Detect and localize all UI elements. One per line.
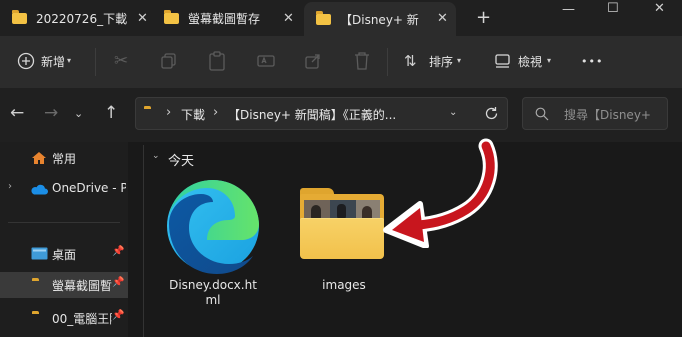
sidebar-item-screenshots[interactable]: 螢幕截圖暫 📌 [0,272,128,298]
tab-label: 20220726_下載 [36,11,128,26]
edge-icon [167,179,259,274]
sidebar-item-onedrive[interactable]: › OneDrive - Pe [0,176,128,202]
recent-locations-chevron-icon[interactable]: ⌄ [74,107,83,120]
navigation-pane: 常用 › OneDrive - Pe 桌面 📌 螢幕截圖暫 📌 00_電腦王阿 … [0,142,128,337]
sidebar-item-label: 00_電腦王阿 [52,312,112,326]
sidebar-item-label: OneDrive - Pe [52,181,126,195]
chevron-down-icon: ▾ [67,56,72,65]
tab-close-icon[interactable]: ✕ [283,11,294,26]
sidebar-item-pc-folder[interactable]: 00_電腦王阿 📌 [0,305,128,331]
tab-disney[interactable]: 【Disney+ 新 ✕ [304,2,456,36]
breadcrumb-separator: › [166,105,172,120]
delete-icon[interactable] [353,51,371,71]
sort-label: 排序 [429,55,454,69]
copy-icon[interactable] [160,52,178,70]
toolbar-divider [387,48,388,76]
plus-circle-icon [17,52,35,70]
folder-icon [164,9,179,24]
folder-thumbnail-icon [300,188,384,259]
sort-arrows-icon: ⇅ [404,52,417,70]
toolbar-divider [95,48,96,76]
more-options-button[interactable]: ••• [581,55,603,68]
address-bar[interactable]: › 下載 › 【Disney+ 新聞稿】《正義的... ⌄ [135,97,508,130]
sidebar-item-desktop[interactable]: 桌面 📌 [0,241,128,267]
navigation-row: ← → ⌄ ↑ › 下載 › 【Disney+ 新聞稿】《正義的... ⌄ 搜尋… [0,88,682,142]
tab-close-icon[interactable]: ✕ [437,11,448,26]
home-icon [32,152,46,164]
file-name-line2: ml [205,293,221,307]
file-item-disney-html[interactable]: Disney.docx.ht ml [158,174,268,307]
address-dropdown-chevron-icon[interactable]: ⌄ [449,107,457,118]
up-arrow-icon[interactable]: ↑ [104,103,118,123]
back-arrow-icon[interactable]: ← [10,103,24,123]
tab-close-icon[interactable]: ✕ [137,11,148,26]
folder-icon [316,10,331,25]
file-item-images-folder[interactable]: images [294,174,394,304]
search-icon [535,107,549,121]
tab-screenshots[interactable]: 螢幕截圖暫存 ✕ [152,2,304,34]
breadcrumb-separator: › [213,105,219,120]
sort-button[interactable]: ⇅ 排序 ▾ [402,36,472,88]
search-box[interactable]: 搜尋【Disney+ [522,97,668,130]
sidebar-item-label: 桌面 [52,248,77,262]
view-label: 檢視 [518,55,543,69]
expand-chevron-icon[interactable]: › [8,181,12,192]
chevron-down-icon: ▾ [547,56,552,65]
new-tab-button[interactable]: + [476,7,491,28]
group-collapse-chevron-icon[interactable]: ⌄ [152,151,160,161]
forward-arrow-icon[interactable]: → [44,103,58,123]
view-button[interactable]: 檢視 ▾ [494,36,560,88]
share-icon[interactable] [304,52,322,70]
pin-icon: 📌 [112,310,125,321]
view-icon [495,54,510,68]
desktop-icon [31,247,48,260]
breadcrumb-current-folder[interactable]: 【Disney+ 新聞稿】《正義的... [228,106,396,123]
command-bar: 新增 ▾ ✂ ⇅ 排序 ▾ 檢視 ▾ ••• [0,36,682,88]
red-arrow-annotation [383,138,498,248]
breadcrumb-downloads[interactable]: 下載 [181,106,205,123]
sidebar-divider [8,222,120,223]
tab-label: 螢幕截圖暫存 [188,11,261,26]
close-window-button[interactable]: ✕ [654,1,665,16]
new-label: 新增 [41,55,66,69]
folder-icon [12,9,27,24]
paste-icon[interactable] [208,51,226,71]
sidebar-item-label: 常用 [52,152,77,166]
tab-label: 【Disney+ 新 [340,12,419,27]
file-name-line1: Disney.docx.ht [169,278,257,292]
onedrive-icon [31,184,48,195]
group-header-today: 今天 [168,154,195,169]
maximize-button[interactable]: ☐ [607,1,619,16]
new-button[interactable]: 新增 ▾ [14,36,76,88]
pin-icon: 📌 [112,246,125,257]
tab-downloads[interactable]: 20220726_下載 ✕ [0,2,158,34]
rename-icon[interactable] [257,52,275,70]
file-name: images [294,278,394,293]
tab-bar: 20220726_下載 ✕ 螢幕截圖暫存 ✕ 【Disney+ 新 ✕ + — … [0,0,682,36]
refresh-icon[interactable] [484,106,499,121]
sidebar-item-home[interactable]: 常用 [0,145,128,171]
file-name-line1: images [322,278,366,292]
file-name: Disney.docx.ht ml [158,278,268,308]
minimize-button[interactable]: — [562,2,575,17]
cut-icon[interactable]: ✂ [114,51,128,71]
chevron-down-icon: ▾ [457,56,462,65]
pin-icon: 📌 [112,277,125,288]
search-input[interactable]: 搜尋【Disney+ [564,106,664,123]
sidebar-item-label: 螢幕截圖暫 [52,279,112,293]
